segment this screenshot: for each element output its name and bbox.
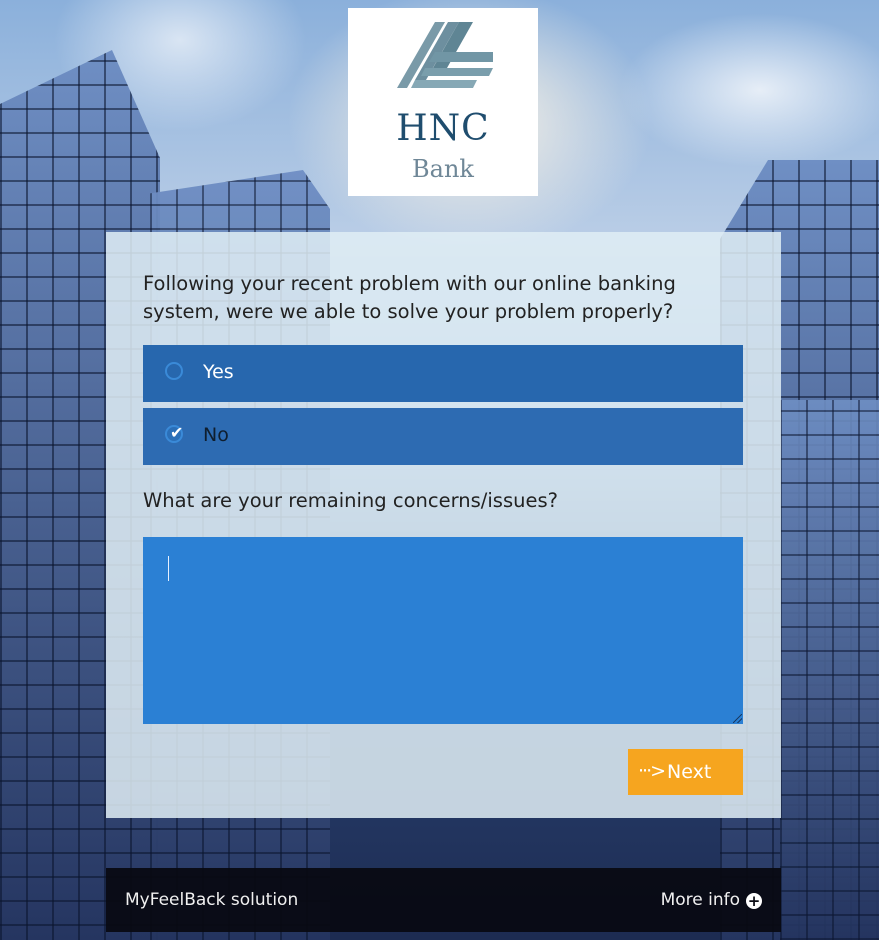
option-no[interactable]: ✔ No bbox=[143, 408, 743, 465]
arrow-right-icon: ···> bbox=[638, 760, 666, 782]
logo-name: HNC bbox=[396, 108, 490, 149]
next-label: Next bbox=[667, 761, 712, 783]
check-icon[interactable]: ✔ bbox=[165, 423, 183, 443]
text-caret bbox=[168, 556, 169, 581]
logo-mark-icon bbox=[397, 22, 493, 88]
resize-handle-icon[interactable] bbox=[733, 714, 742, 723]
bank-logo: HNC Bank bbox=[348, 8, 538, 196]
logo-subtitle: Bank bbox=[412, 155, 474, 183]
radio-icon[interactable] bbox=[165, 362, 183, 380]
building bbox=[780, 400, 879, 940]
plus-circle-icon: + bbox=[746, 892, 762, 910]
more-info-label: More info bbox=[660, 890, 740, 910]
survey-panel: Following your recent problem with our o… bbox=[106, 232, 781, 818]
question-1: Following your recent problem with our o… bbox=[143, 272, 676, 323]
concerns-textarea[interactable] bbox=[143, 537, 743, 724]
option-yes-label: Yes bbox=[203, 361, 234, 383]
next-button[interactable]: ···> Next bbox=[628, 749, 743, 795]
footer-brand: MyFeelBack solution bbox=[125, 890, 299, 910]
option-yes[interactable]: Yes bbox=[143, 345, 743, 402]
footer-bar: MyFeelBack solution More info + bbox=[106, 868, 781, 932]
option-no-label: No bbox=[203, 424, 229, 446]
more-info-link[interactable]: More info + bbox=[661, 890, 762, 910]
question-2: What are your remaining concerns/issues? bbox=[143, 489, 558, 512]
